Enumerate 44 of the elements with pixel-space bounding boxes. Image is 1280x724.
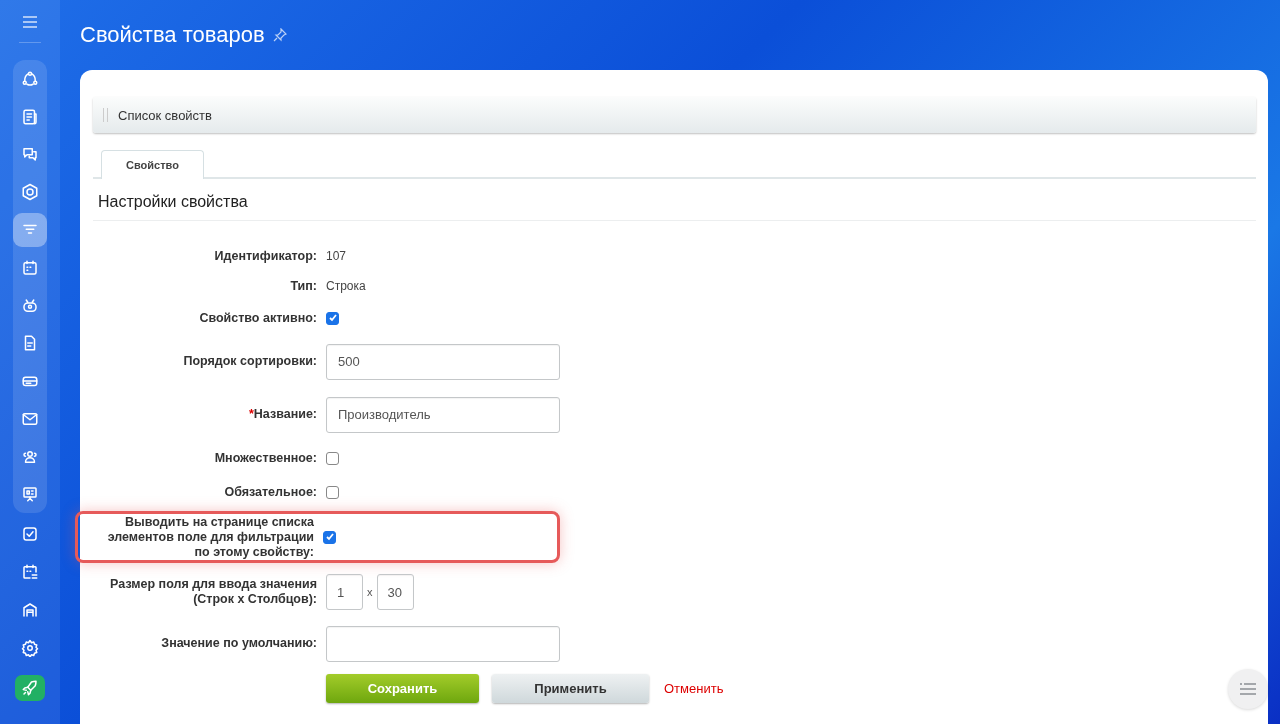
chat-icon [21,145,39,164]
garage-icon [21,600,39,619]
field-label: Порядок сортировки: [182,354,317,369]
page-title: Свойства товаров [80,22,265,48]
field-label: Идентификатор: [213,248,317,264]
robot-icon [21,296,39,315]
field-value: Строка [326,279,367,293]
checkbox[interactable] [323,530,336,544]
input-field[interactable]: Производитель [326,396,560,433]
properties-list-button[interactable]: Список свойств [118,107,212,123]
rocket-icon [21,678,39,697]
separator-text: x [367,586,373,598]
checkbox[interactable] [326,451,339,465]
field-label: Значение по умолчанию: [160,636,317,651]
checkbox-icon [21,525,39,544]
sidebar-item[interactable] [15,674,45,701]
flow-icon [21,69,39,88]
field-label: Выводить на странице списка элементов поле для фильтрации по этому свойству: [106,514,314,560]
newspaper-icon [21,107,39,126]
settings-icon [21,638,39,657]
cancel-link[interactable]: Отменить [662,674,726,703]
field-label: Свойство активно: [198,310,317,326]
hexagon-icon [21,183,39,202]
checkbox[interactable] [326,311,339,325]
input-field[interactable]: 500 [326,343,560,380]
sidebar-item[interactable] [13,213,47,247]
calendar-icon [21,258,39,277]
presentation-icon [21,485,39,504]
input-field[interactable] [326,625,560,662]
section-title: Настройки свойства [93,179,1256,221]
field-label: Размер поля для ввода значения (Строк x Столбцов): [109,577,317,607]
checkbox[interactable] [326,485,339,499]
calendar-icon [21,563,39,582]
secondary-button[interactable]: Применить [492,674,649,703]
field-label: Множественное: [213,450,317,466]
pin-icon[interactable] [272,28,287,42]
field-label: Тип: [289,278,317,294]
list-icon [1239,682,1257,696]
tab[interactable]: Свойство [101,150,204,179]
field-label: Обязательное: [223,484,317,500]
field-label: *Название: [247,407,317,422]
rows-field[interactable]: 1 [326,574,363,610]
columns-field[interactable]: 30 [376,574,414,610]
field-value: 107 [326,249,348,263]
